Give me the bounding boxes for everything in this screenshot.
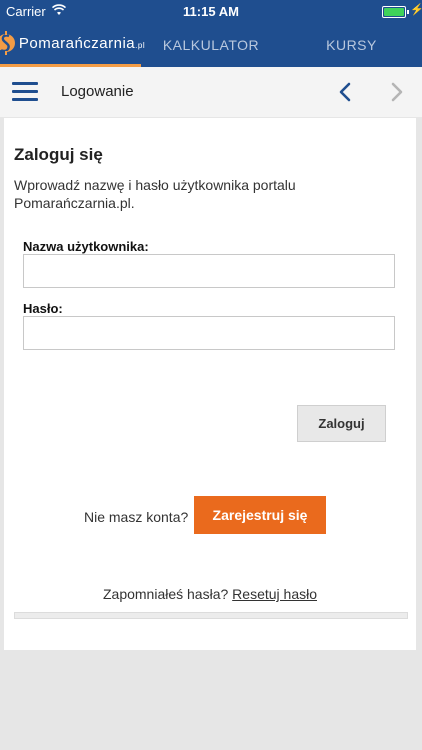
tab-kursy[interactable]: KURSY — [281, 22, 422, 67]
login-description: Wprowadź nazwę i hasło użytkownika porta… — [14, 177, 296, 211]
page-title: Logowanie — [61, 83, 134, 100]
top-tabs: Pomarańczarnia.pl KALKULATOR KURSY — [0, 22, 422, 67]
orange-logo-icon — [0, 31, 15, 55]
login-heading: Zaloguj się — [14, 145, 103, 164]
forgot-password-prompt: Zapomniałeś hasła? — [102, 586, 229, 602]
page-header: Logowanie — [0, 67, 422, 117]
login-button[interactable]: Zaloguj — [297, 405, 386, 442]
forward-icon[interactable] — [386, 81, 406, 103]
tab-kalkulator[interactable]: KALKULATOR — [141, 22, 281, 67]
tab-home-logo[interactable]: Pomarańczarnia.pl — [0, 22, 145, 67]
reset-password-link[interactable]: Resetuj hasło — [232, 586, 317, 602]
app-top-bar: Carrier 11:15 AM ⚡ Pomarańczarnia.pl KAL… — [0, 0, 422, 67]
username-input[interactable] — [23, 254, 395, 288]
no-account-prompt: Nie masz konta? — [84, 509, 189, 525]
status-time: 11:15 AM — [183, 4, 239, 19]
login-card: Zaloguj się Wprowadź nazwę i hasło użytk… — [4, 118, 416, 650]
forgot-password-row: Zapomniałeś hasła? Resetuj hasło — [4, 586, 416, 602]
logo-text: Pomarańczarnia.pl — [18, 34, 146, 52]
password-input[interactable] — [23, 316, 395, 350]
menu-icon[interactable] — [12, 82, 38, 102]
password-label: Hasło: — [23, 301, 63, 316]
bottom-divider — [14, 612, 408, 619]
battery-icon — [382, 6, 409, 18]
status-bar: Carrier 11:15 AM ⚡ — [0, 0, 422, 22]
username-label: Nazwa użytkownika: — [23, 239, 149, 254]
charging-icon: ⚡ — [410, 4, 422, 16]
register-button[interactable]: Zarejestruj się — [194, 496, 326, 534]
back-icon[interactable] — [336, 81, 356, 103]
